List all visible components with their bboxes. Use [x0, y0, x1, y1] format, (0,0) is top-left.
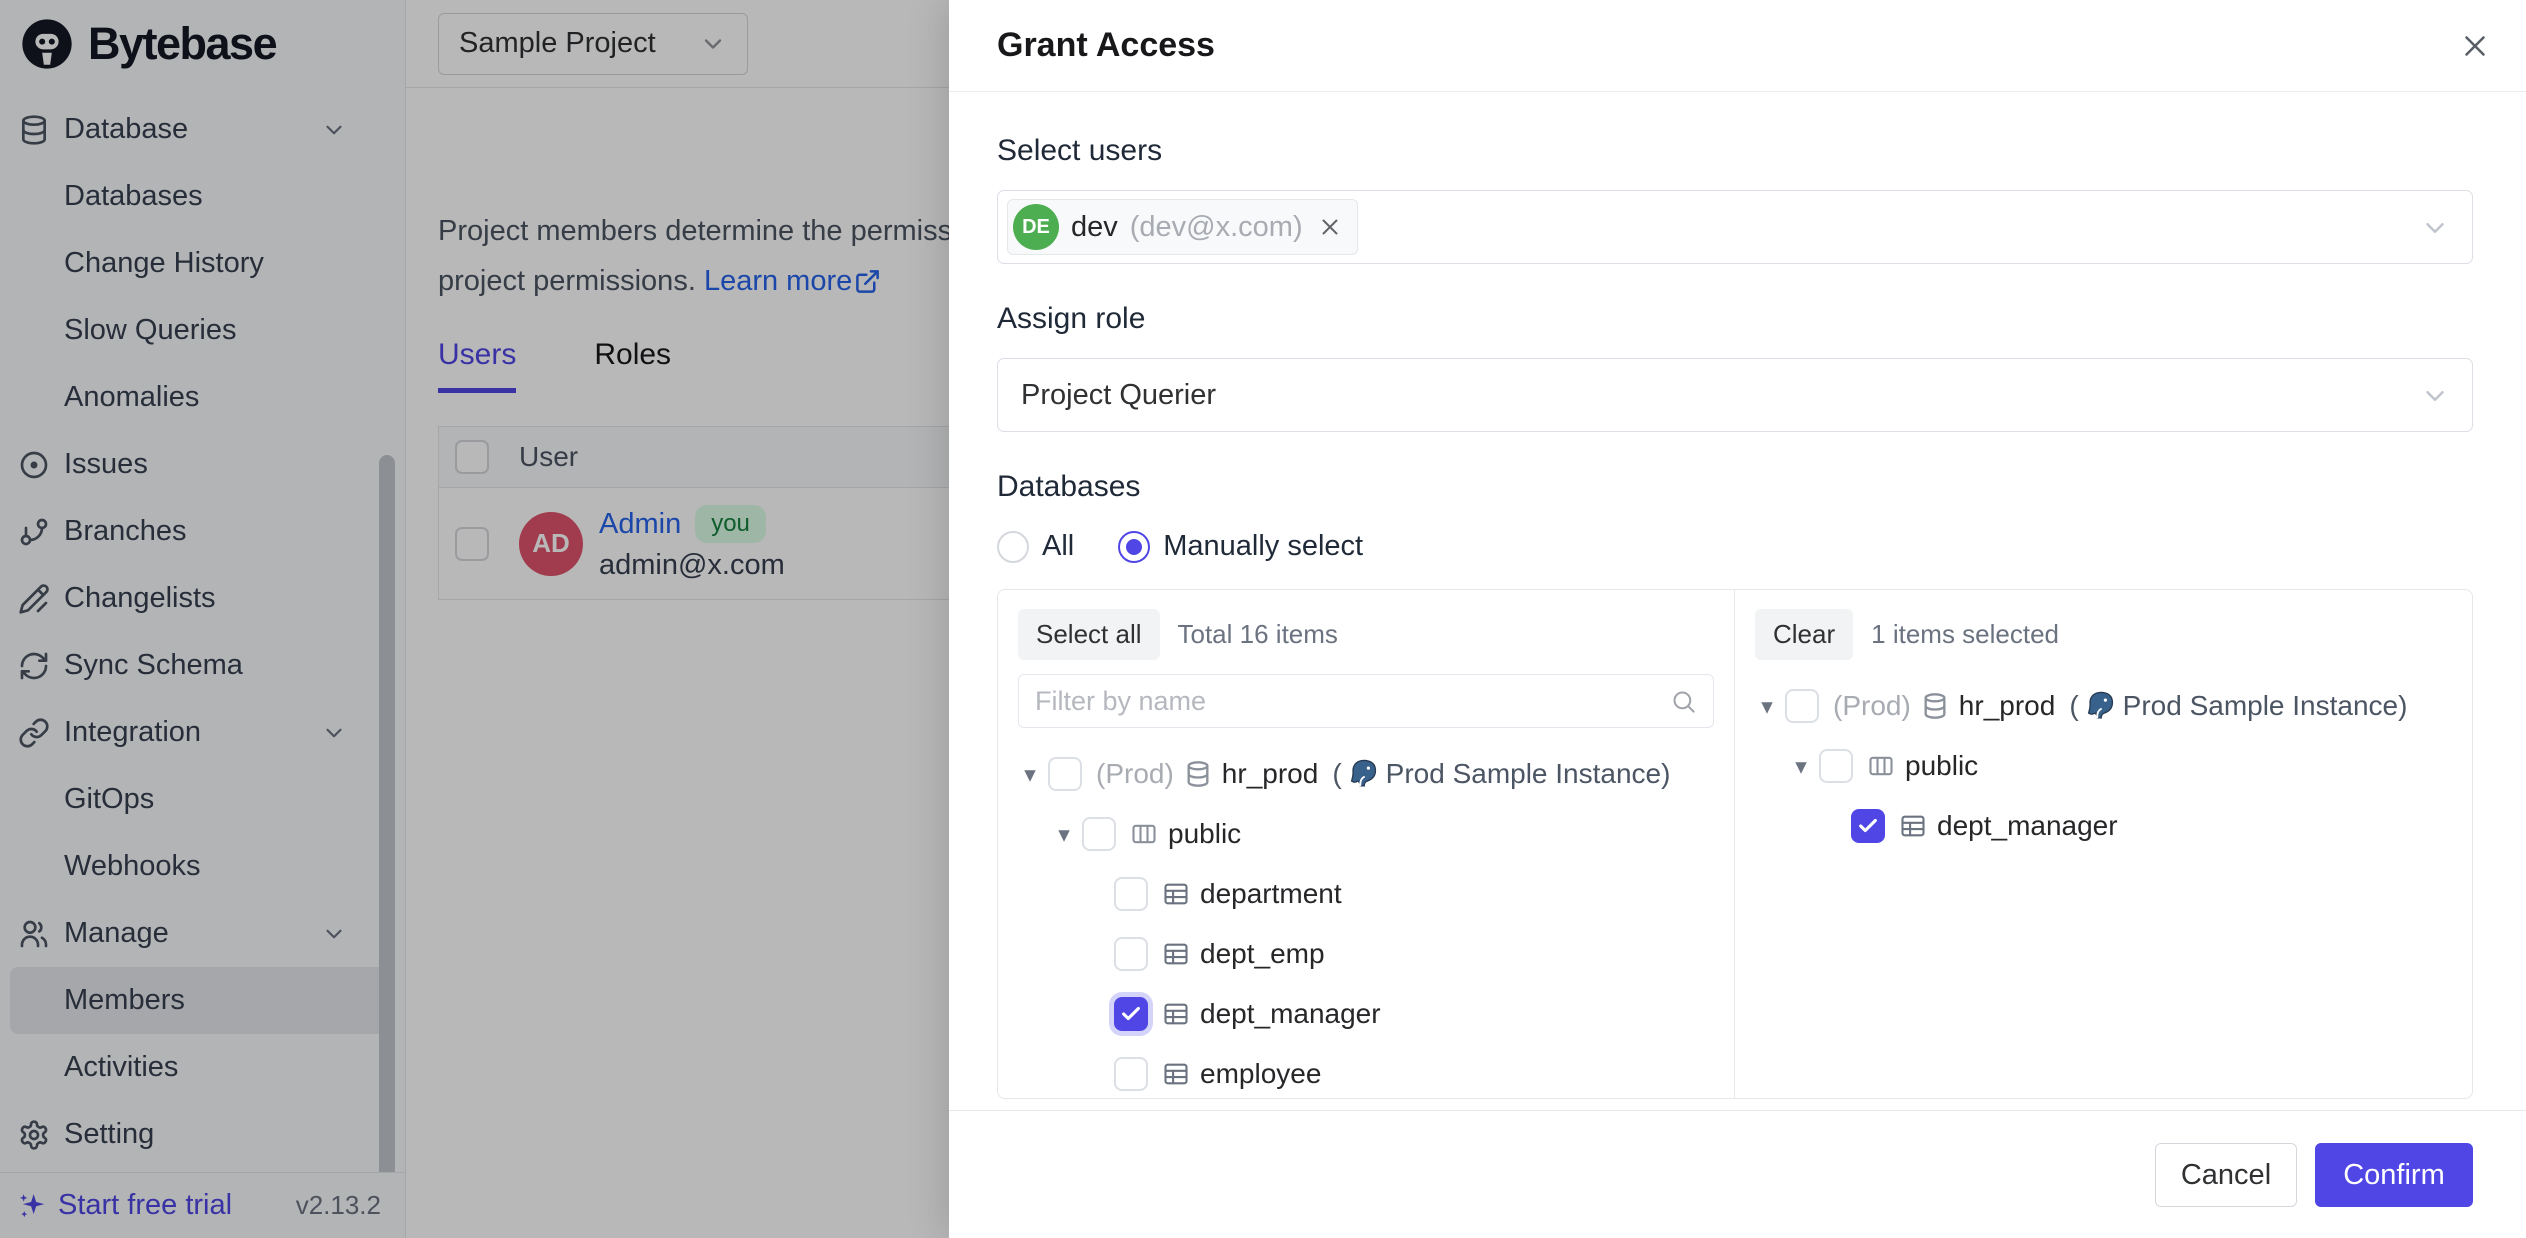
select-users-label: Select users [997, 134, 2473, 168]
tree-row-table[interactable]: ▾ dept_manager [1018, 984, 1714, 1044]
total-items-label: Total 16 items [1178, 619, 1338, 650]
selected-count-label: 1 items selected [1871, 619, 2059, 650]
checkbox-checked[interactable] [1114, 997, 1148, 1031]
remove-user-icon[interactable] [1317, 214, 1343, 240]
selected-tree: ▾ (Prod) hr_prod ( Prod Sample Instance)… [1755, 676, 2452, 856]
close-icon[interactable] [2458, 29, 2492, 63]
select-users-field[interactable]: DE dev (dev@x.com) [997, 190, 2473, 264]
caret-down-icon[interactable]: ▾ [1018, 761, 1042, 788]
tree-row-table[interactable]: ▾ dept_manager [1755, 796, 2452, 856]
table-icon [1899, 812, 1927, 840]
tree-row-schema[interactable]: ▾ public [1755, 736, 2452, 796]
checkbox[interactable] [1114, 1057, 1148, 1091]
grant-access-modal: Grant Access Select users DE dev (dev@x.… [949, 0, 2526, 1238]
tree-row-database[interactable]: ▾ (Prod) hr_prod ( Prod Sample Instance) [1755, 676, 2452, 736]
schema-icon [1867, 752, 1895, 780]
tree-row-table[interactable]: ▾ employee [1018, 1044, 1714, 1098]
assign-role-label: Assign role [997, 302, 2473, 336]
table-icon [1162, 1000, 1190, 1028]
postgresql-icon [2085, 689, 2117, 723]
checkbox[interactable] [1048, 757, 1082, 791]
chevron-down-icon [2420, 381, 2450, 411]
search-icon [1670, 688, 1697, 715]
picker-source-panel: Select all Total 16 items ▾ (Prod) hr_pr… [998, 590, 1734, 1098]
table-icon [1162, 940, 1190, 968]
tree-row-table[interactable]: ▾ department [1018, 864, 1714, 924]
clear-button[interactable]: Clear [1755, 609, 1853, 660]
database-scope-radios: All Manually select [997, 530, 2473, 563]
picker-selected-panel: Clear 1 items selected ▾ (Prod) hr_prod … [1734, 590, 2472, 1098]
table-icon [1162, 880, 1190, 908]
caret-down-icon[interactable]: ▾ [1789, 753, 1813, 780]
modal-header: Grant Access [949, 0, 2526, 92]
database-transfer-picker: Select all Total 16 items ▾ (Prod) hr_pr… [997, 589, 2473, 1099]
confirm-button[interactable]: Confirm [2315, 1143, 2473, 1207]
tree-row-schema[interactable]: ▾ public [1018, 804, 1714, 864]
cancel-button[interactable]: Cancel [2155, 1143, 2297, 1207]
source-tree: ▾ (Prod) hr_prod ( Prod Sample Instance)… [1018, 744, 1714, 1098]
filter-field[interactable] [1018, 674, 1714, 728]
schema-icon [1130, 820, 1158, 848]
select-all-button[interactable]: Select all [1018, 609, 1160, 660]
postgresql-icon [1348, 757, 1380, 791]
checkbox[interactable] [1114, 877, 1148, 911]
checkbox[interactable] [1785, 689, 1819, 723]
avatar: DE [1013, 204, 1059, 250]
chevron-down-icon [2420, 213, 2450, 243]
database-icon [1184, 760, 1212, 788]
radio-all[interactable] [997, 531, 1029, 563]
checkbox[interactable] [1082, 817, 1116, 851]
filter-input[interactable] [1035, 686, 1670, 717]
checkbox-checked[interactable] [1851, 809, 1885, 843]
checkbox[interactable] [1819, 749, 1853, 783]
databases-label: Databases [997, 470, 2473, 504]
caret-down-icon[interactable]: ▾ [1052, 821, 1076, 848]
table-icon [1162, 1060, 1190, 1088]
modal-footer: Cancel Confirm [949, 1110, 2526, 1238]
tree-row-database[interactable]: ▾ (Prod) hr_prod ( Prod Sample Instance) [1018, 744, 1714, 804]
tree-row-table[interactable]: ▾ dept_emp [1018, 924, 1714, 984]
selected-user-chip: DE dev (dev@x.com) [1007, 199, 1358, 255]
assign-role-select[interactable]: Project Querier [997, 358, 2473, 432]
checkbox[interactable] [1114, 937, 1148, 971]
caret-down-icon[interactable]: ▾ [1755, 693, 1779, 720]
database-icon [1921, 692, 1949, 720]
modal-title: Grant Access [997, 26, 1215, 65]
radio-manually-select[interactable] [1118, 531, 1150, 563]
